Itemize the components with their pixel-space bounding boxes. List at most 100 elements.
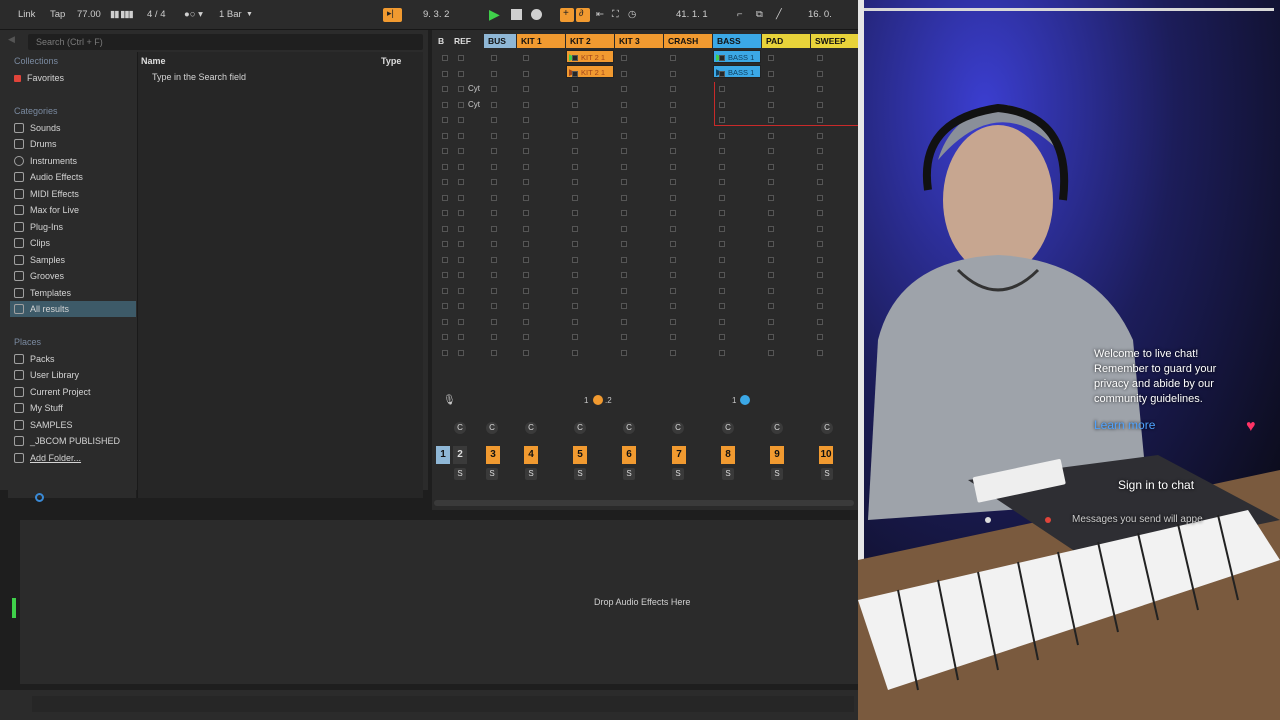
clip-slot[interactable] (670, 55, 676, 61)
clip-slot[interactable] (442, 148, 448, 154)
clip-slot[interactable] (442, 349, 448, 356)
track-header-ref[interactable]: REF (450, 34, 484, 48)
track-header-sweep[interactable]: SWEEP (811, 34, 858, 48)
clip-slot[interactable] (670, 225, 676, 232)
learn-more-link[interactable]: Learn more (1094, 418, 1155, 432)
clip-slot[interactable] (572, 334, 578, 340)
clip-slot[interactable] (442, 225, 448, 232)
type-column-header[interactable]: Type (381, 56, 401, 66)
loop-switch-icon[interactable]: ⧉ (756, 9, 763, 20)
clip-slot[interactable] (670, 318, 676, 325)
clip-slot[interactable] (670, 132, 676, 139)
clip-slot[interactable] (572, 101, 578, 108)
track-header-crash[interactable]: CRASH (664, 34, 712, 48)
clip-slot[interactable] (572, 272, 578, 278)
clip-slot[interactable] (523, 117, 529, 123)
loop-start-field[interactable]: 41. 1. 1 (676, 9, 708, 20)
clip-slot[interactable] (572, 132, 578, 139)
clip-slot[interactable] (458, 132, 464, 139)
clip-slot[interactable] (719, 318, 725, 325)
clip-slot[interactable] (572, 256, 578, 263)
sidebar-item-instruments[interactable]: Instruments (14, 153, 136, 169)
clip-slot[interactable] (670, 148, 676, 154)
clip-slot[interactable] (523, 179, 529, 185)
clip-slot[interactable] (442, 318, 448, 325)
sidebar-item-samples[interactable]: Samples (14, 252, 136, 268)
clip-slot[interactable] (719, 349, 725, 356)
clip-slot[interactable] (817, 334, 823, 340)
sidebar-item-clips[interactable]: Clips (14, 235, 136, 251)
clip-slot[interactable] (458, 349, 464, 356)
clip-slot[interactable] (523, 194, 529, 201)
sidebar-item-current-project[interactable]: Current Project (14, 384, 136, 400)
track-activator-button[interactable]: 10 (819, 446, 833, 464)
clip-slot[interactable] (670, 287, 676, 294)
clip-slot[interactable] (768, 70, 774, 77)
clip-slot[interactable] (572, 241, 578, 247)
clip-slot[interactable] (523, 272, 529, 278)
clip-slot[interactable] (621, 163, 627, 170)
clip-slot[interactable] (491, 256, 497, 263)
clip-slot[interactable] (572, 210, 578, 216)
clip-slot[interactable] (719, 256, 725, 263)
solo-button[interactable]: S (486, 468, 498, 480)
clip-slot[interactable] (719, 334, 725, 340)
clip-slot[interactable] (442, 86, 448, 92)
clip-slot[interactable] (817, 55, 823, 61)
clip-slot[interactable] (621, 86, 627, 92)
clip-slot[interactable] (719, 101, 725, 108)
preview-icon[interactable] (35, 493, 44, 502)
track-header-kit-1[interactable]: KIT 1 (517, 34, 565, 48)
clip-slot[interactable] (719, 303, 725, 309)
clip-slot[interactable] (458, 241, 464, 247)
clip-slot[interactable] (491, 101, 497, 108)
clip-slot[interactable] (572, 163, 578, 170)
track-header-kit-2[interactable]: KIT 2 (566, 34, 614, 48)
clip-slot[interactable] (458, 55, 464, 61)
clip-slot[interactable] (719, 210, 725, 216)
track-header-bus[interactable]: BUS (484, 34, 516, 48)
sidebar-item-sounds[interactable]: Sounds (14, 120, 136, 136)
track-header-kit-3[interactable]: KIT 3 (615, 34, 663, 48)
back-to-arrangement-icon[interactable]: ⇤ (596, 9, 604, 20)
clip-slot[interactable] (458, 86, 464, 92)
chevron-down-icon[interactable]: ▼ (246, 11, 253, 18)
pan-knob[interactable]: C (454, 422, 466, 434)
clip-slot[interactable] (719, 132, 725, 139)
clip-slot[interactable] (491, 303, 497, 309)
clip-slot[interactable] (817, 210, 823, 216)
clip-slot[interactable] (621, 241, 627, 247)
clip-slot[interactable] (768, 117, 774, 123)
clip-slot[interactable] (523, 210, 529, 216)
clip-slot[interactable] (442, 287, 448, 294)
clip-slot[interactable] (458, 303, 464, 309)
clip-slot[interactable] (817, 318, 823, 325)
clip-slot[interactable] (491, 225, 497, 232)
clip-slot[interactable] (719, 163, 725, 170)
clip-slot[interactable] (670, 117, 676, 123)
clip-slot[interactable] (817, 86, 823, 92)
clip-slot[interactable] (442, 132, 448, 139)
clip-slot[interactable] (572, 55, 578, 61)
clip-slot[interactable] (442, 179, 448, 185)
device-view[interactable]: Drop Audio Effects Here (20, 520, 858, 684)
clip-slot[interactable] (572, 86, 578, 92)
sidebar-item-jbcom-published[interactable]: _JBCOM PUBLISHED (14, 433, 136, 449)
sidebar-item-drums[interactable]: Drums (14, 136, 136, 152)
clip-slot[interactable] (670, 272, 676, 278)
clip-slot[interactable] (719, 117, 725, 123)
clip-slot[interactable] (523, 334, 529, 340)
clip-slot[interactable] (491, 194, 497, 201)
pan-knob[interactable]: C (722, 422, 734, 434)
clip-slot[interactable] (523, 303, 529, 309)
solo-button[interactable]: S (454, 468, 466, 480)
track-activator-button[interactable]: 6 (622, 446, 636, 464)
clip-slot[interactable] (670, 101, 676, 108)
clip-slot[interactable] (719, 194, 725, 201)
clip-slot[interactable] (621, 148, 627, 154)
clip-slot[interactable] (817, 70, 823, 77)
clip-slot[interactable] (572, 117, 578, 123)
track-activator-button[interactable]: 4 (524, 446, 538, 464)
clip-slot[interactable] (817, 287, 823, 294)
clip-slot[interactable] (817, 148, 823, 154)
